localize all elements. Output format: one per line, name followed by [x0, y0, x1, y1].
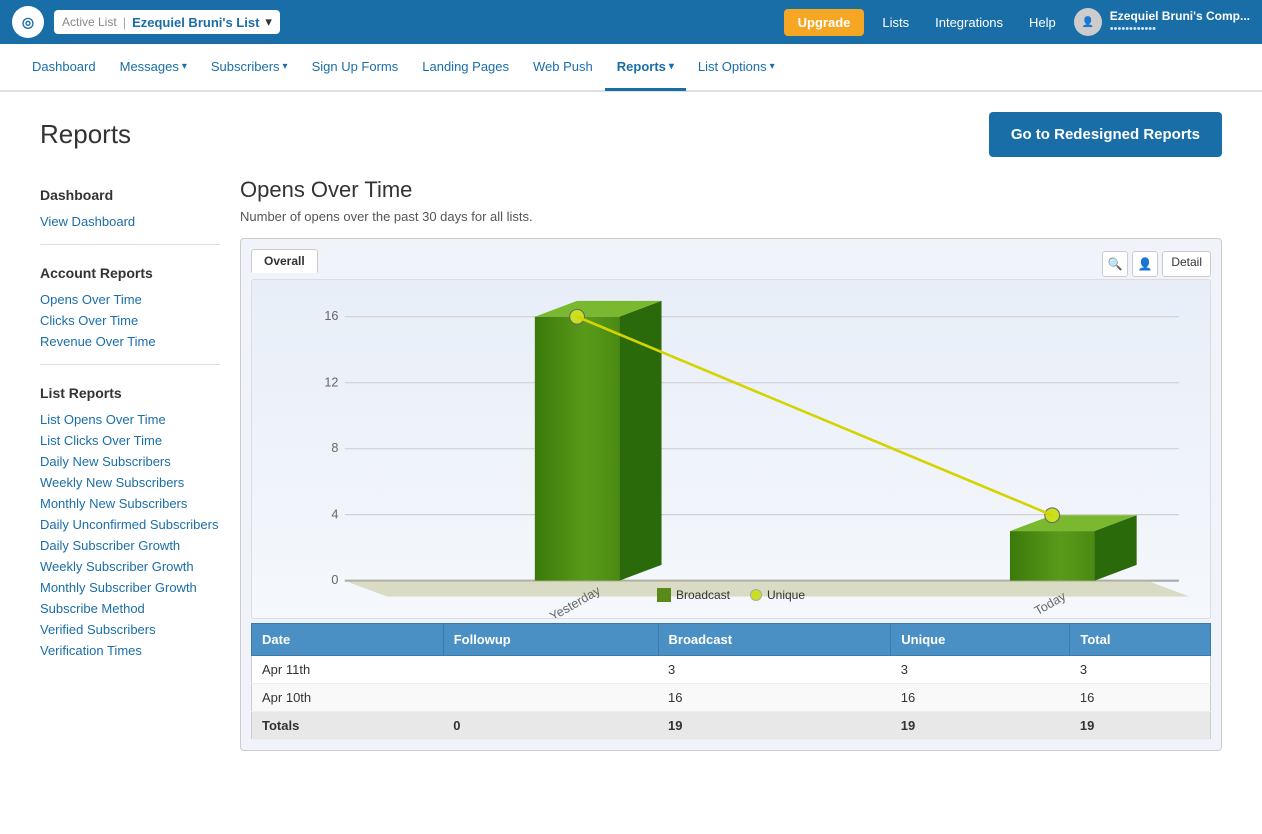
sidebar: Dashboard View Dashboard Account Reports… — [40, 177, 240, 751]
sidebar-link-list-clicks[interactable]: List Clicks Over Time — [40, 430, 220, 451]
chevron-down-icon: ▾ — [669, 61, 674, 72]
col-unique: Unique — [891, 624, 1070, 656]
cell-date: Apr 11th — [252, 656, 444, 684]
chart-wrapper: Overall 🔍 👤 Detail — [240, 238, 1222, 751]
sidebar-link-monthly-new-subs[interactable]: Monthly New Subscribers — [40, 493, 220, 514]
cell-totals-broadcast: 19 — [658, 712, 891, 740]
nav-messages[interactable]: Messages ▾ — [108, 45, 199, 91]
nav-list-options[interactable]: List Options ▾ — [686, 45, 787, 91]
chart-legend: Broadcast Unique — [252, 580, 1210, 610]
nav-help-link[interactable]: Help — [1021, 15, 1064, 30]
nav-signup-forms[interactable]: Sign Up Forms — [300, 45, 411, 91]
sidebar-link-verification-times[interactable]: Verification Times — [40, 640, 220, 661]
col-broadcast: Broadcast — [658, 624, 891, 656]
tab-overall[interactable]: Overall — [251, 249, 318, 273]
table-row-totals: Totals 0 19 19 19 — [252, 712, 1211, 740]
cell-totals-unique: 19 — [891, 712, 1070, 740]
upgrade-button[interactable]: Upgrade — [784, 9, 865, 36]
page-header: Reports Go to Redesigned Reports — [0, 92, 1262, 157]
cell-totals-label: Totals — [252, 712, 444, 740]
sidebar-link-daily-unconfirmed[interactable]: Daily Unconfirmed Subscribers — [40, 514, 220, 535]
chart-area: 0 4 8 12 16 — [251, 279, 1211, 619]
data-table-wrapper: Date Followup Broadcast Unique Total Apr… — [251, 623, 1211, 740]
list-selector[interactable]: Active List | Ezequiel Bruni's List ▾ — [54, 10, 280, 34]
chart-tabs: Overall — [251, 249, 318, 273]
cell-total: 3 — [1070, 656, 1211, 684]
redesigned-reports-button[interactable]: Go to Redesigned Reports — [989, 112, 1222, 157]
nav-lists-link[interactable]: Lists — [874, 15, 917, 30]
chevron-down-icon: ▾ — [770, 61, 775, 72]
sidebar-link-list-opens[interactable]: List Opens Over Time — [40, 409, 220, 430]
sidebar-link-clicks-over-time[interactable]: Clicks Over Time — [40, 310, 220, 331]
sidebar-section-list-reports: List Reports — [40, 385, 220, 401]
cell-total: 16 — [1070, 684, 1211, 712]
user-email: •••••••••••• — [1110, 23, 1250, 35]
main-content: Opens Over Time Number of opens over the… — [240, 177, 1222, 751]
avatar: 👤 — [1074, 8, 1102, 36]
cell-followup — [443, 684, 658, 712]
logo: ◎ — [12, 6, 44, 38]
legend-broadcast: Broadcast — [657, 588, 730, 602]
chart-svg: 0 4 8 12 16 — [252, 280, 1210, 618]
cell-totals-total: 19 — [1070, 712, 1211, 740]
cell-broadcast: 3 — [658, 656, 891, 684]
sidebar-link-daily-growth[interactable]: Daily Subscriber Growth — [40, 535, 220, 556]
svg-text:8: 8 — [331, 441, 338, 455]
sidebar-link-monthly-growth[interactable]: Monthly Subscriber Growth — [40, 577, 220, 598]
nav-dashboard[interactable]: Dashboard — [20, 45, 108, 91]
svg-text:12: 12 — [324, 375, 338, 389]
detail-button[interactable]: Detail — [1162, 251, 1211, 277]
cell-broadcast: 16 — [658, 684, 891, 712]
zoom-icon[interactable]: 🔍 — [1102, 251, 1128, 277]
col-total: Total — [1070, 624, 1211, 656]
sidebar-divider-2 — [40, 364, 220, 365]
legend-unique: Unique — [750, 588, 805, 602]
cell-totals-followup: 0 — [443, 712, 658, 740]
sidebar-link-opens-over-time[interactable]: Opens Over Time — [40, 289, 220, 310]
table-row: Apr 11th 3 3 3 — [252, 656, 1211, 684]
cell-followup — [443, 656, 658, 684]
cell-unique: 3 — [891, 656, 1070, 684]
sidebar-section-dashboard: Dashboard — [40, 187, 220, 203]
page-container: Dashboard View Dashboard Account Reports… — [0, 157, 1262, 771]
chevron-down-icon: ▾ — [283, 61, 288, 72]
svg-text:16: 16 — [324, 309, 338, 323]
chevron-down-icon: ▾ — [182, 61, 187, 72]
sidebar-link-subscribe-method[interactable]: Subscribe Method — [40, 598, 220, 619]
user-name: Ezequiel Bruni's Comp... — [1110, 9, 1250, 23]
svg-text:4: 4 — [331, 507, 338, 521]
sidebar-link-verified-subs[interactable]: Verified Subscribers — [40, 619, 220, 640]
table-row: Apr 10th 16 16 16 — [252, 684, 1211, 712]
nav-reports[interactable]: Reports ▾ — [605, 45, 686, 91]
sidebar-section-account-reports: Account Reports — [40, 265, 220, 281]
user-menu[interactable]: 👤 Ezequiel Bruni's Comp... •••••••••••• — [1074, 8, 1250, 36]
nav-landing-pages[interactable]: Landing Pages — [410, 45, 521, 91]
cell-date: Apr 10th — [252, 684, 444, 712]
report-subtitle: Number of opens over the past 30 days fo… — [240, 209, 1222, 224]
col-followup: Followup — [443, 624, 658, 656]
chevron-down-icon: ▾ — [265, 14, 272, 30]
nav-integrations-link[interactable]: Integrations — [927, 15, 1011, 30]
sidebar-link-view-dashboard[interactable]: View Dashboard — [40, 211, 220, 232]
data-table: Date Followup Broadcast Unique Total Apr… — [251, 623, 1211, 740]
cell-unique: 16 — [891, 684, 1070, 712]
top-bar: ◎ Active List | Ezequiel Bruni's List ▾ … — [0, 0, 1262, 44]
sidebar-divider — [40, 244, 220, 245]
report-title: Opens Over Time — [240, 177, 1222, 203]
active-list-name: Ezequiel Bruni's List — [132, 15, 259, 30]
active-list-label: Active List — [62, 15, 117, 29]
sidebar-link-weekly-new-subs[interactable]: Weekly New Subscribers — [40, 472, 220, 493]
page-title: Reports — [40, 119, 131, 150]
col-date: Date — [252, 624, 444, 656]
nav-subscribers[interactable]: Subscribers ▾ — [199, 45, 300, 91]
sidebar-link-revenue-over-time[interactable]: Revenue Over Time — [40, 331, 220, 352]
nav-web-push[interactable]: Web Push — [521, 45, 605, 91]
person-icon[interactable]: 👤 — [1132, 251, 1158, 277]
nav-bar: Dashboard Messages ▾ Subscribers ▾ Sign … — [0, 44, 1262, 92]
sidebar-link-daily-new-subs[interactable]: Daily New Subscribers — [40, 451, 220, 472]
sidebar-link-weekly-growth[interactable]: Weekly Subscriber Growth — [40, 556, 220, 577]
